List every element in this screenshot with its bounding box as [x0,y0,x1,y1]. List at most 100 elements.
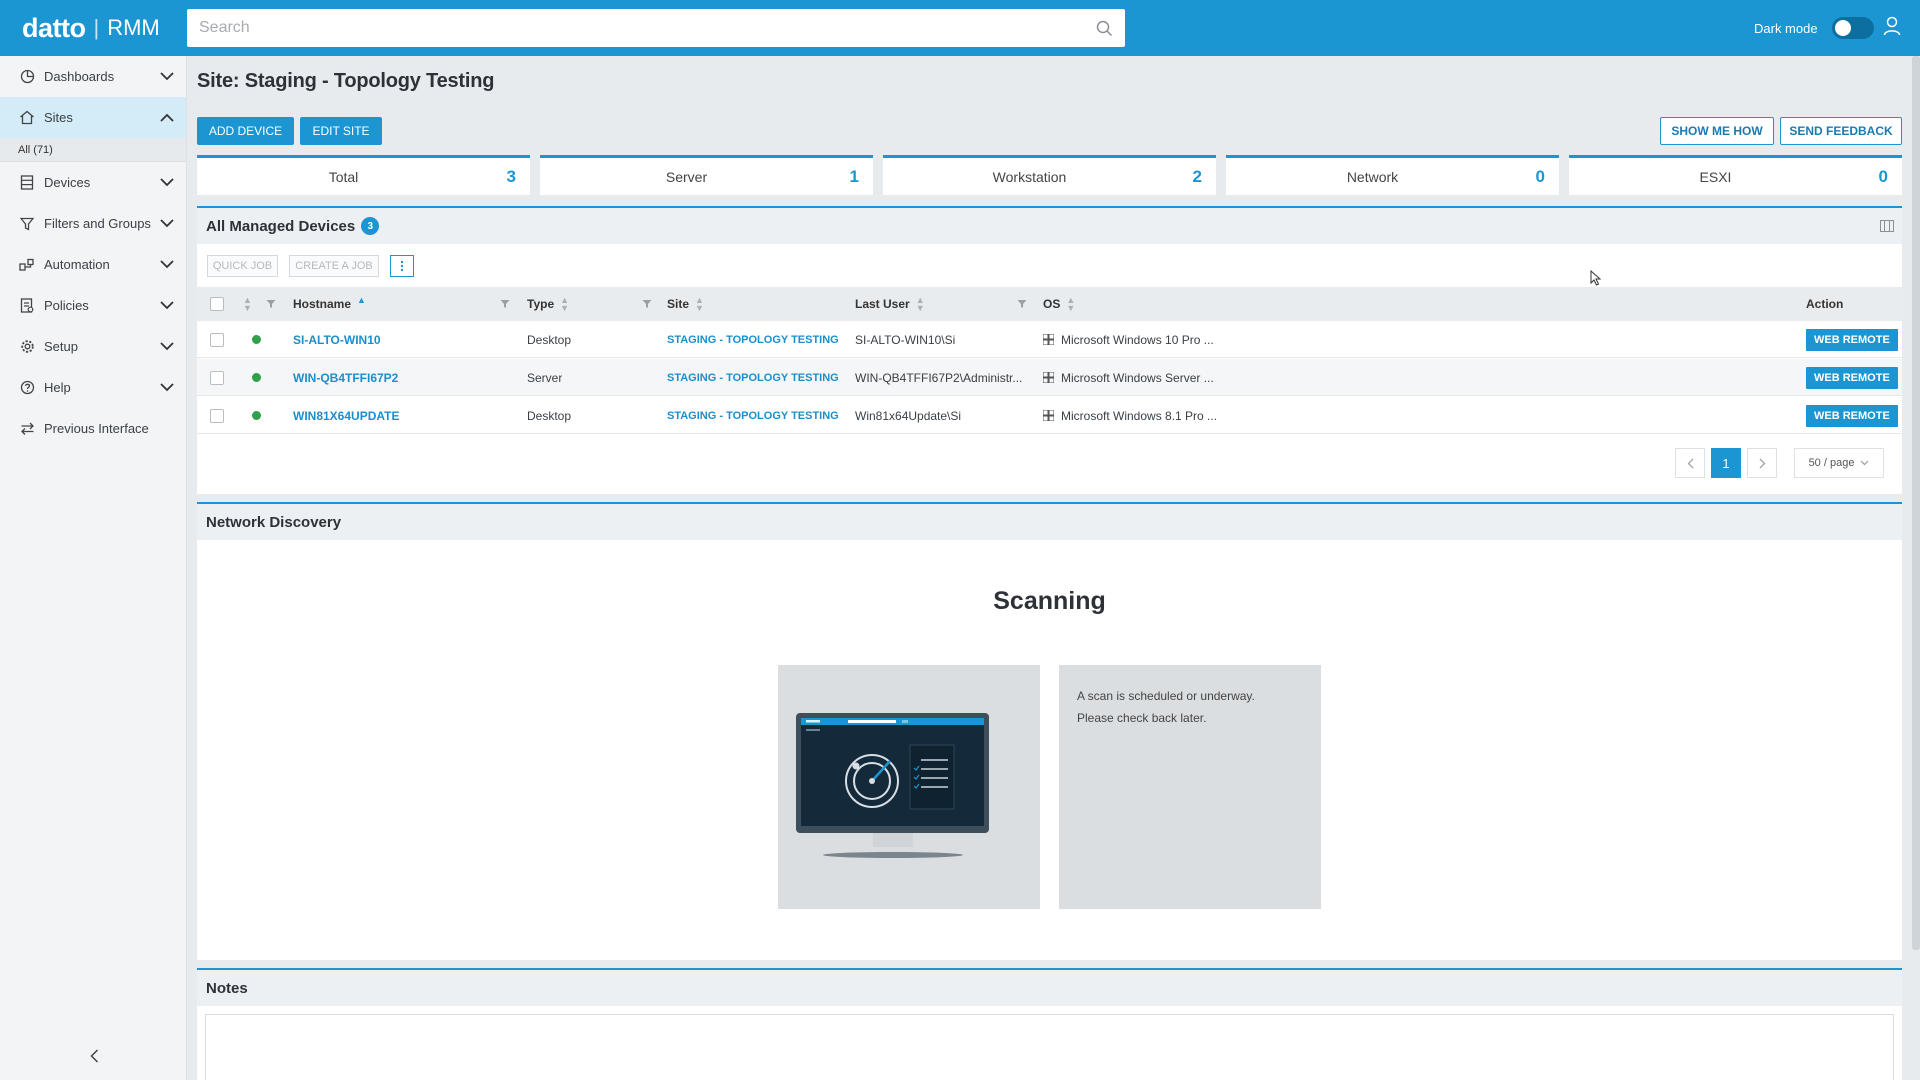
dashboard-icon [18,68,36,86]
top-bar: datto | RMM Dark mode [0,0,1920,56]
sidebar-item-automation[interactable]: Automation [0,244,186,285]
device-site-link[interactable]: STAGING - TOPOLOGY TESTING [667,359,839,396]
device-type: Desktop [527,408,572,423]
pagination-next-button[interactable] [1747,448,1777,478]
quick-job-button[interactable]: QUICK JOB [207,255,278,277]
web-remote-button[interactable]: WEB REMOTE [1806,366,1898,389]
search-icon[interactable] [1096,20,1113,37]
row-checkbox[interactable] [210,359,224,396]
column-hostname[interactable]: Hostname ▲ [293,287,366,321]
row-checkbox[interactable] [210,321,224,358]
sidebar-item-dashboards[interactable]: Dashboards [0,56,186,97]
type-filter-icon[interactable] [642,287,652,321]
notes-textarea[interactable] [205,1014,1894,1080]
sidebar-item-label: Dashboards [44,69,115,84]
sidebar-item-previous-interface[interactable]: Previous Interface [0,408,186,449]
status-sort-icon[interactable]: ▲ ▼ [243,287,252,321]
page-size-value: 50 / page [1808,457,1855,469]
device-last-user: Win81x64Update\Si [855,408,962,423]
panel-header: Notes [197,970,1902,1006]
stat-value: 1 [849,166,859,186]
windows-icon [1043,359,1054,396]
column-last-user[interactable]: Last User ▲ ▼ [855,287,925,321]
sort-icon: ▲ ▼ [1066,295,1076,313]
chevron-down-icon [160,342,174,351]
send-feedback-button[interactable]: SEND FEEDBACK [1780,117,1902,145]
last-user-filter-icon[interactable] [1017,287,1027,321]
scan-message-line: A scan is scheduled or underway. [1077,689,1255,703]
mouse-cursor-icon [1590,270,1601,286]
search-input[interactable] [199,19,1096,37]
more-actions-button[interactable] [390,255,414,277]
web-remote-button[interactable]: WEB REMOTE [1806,404,1898,427]
device-site-link[interactable]: STAGING - TOPOLOGY TESTING [667,397,839,434]
notes-panel: Notes [197,968,1902,1080]
create-job-button[interactable]: CREATE A JOB [289,255,379,277]
add-device-button[interactable]: ADD DEVICE [197,117,294,145]
sidebar-item-label: Sites [44,110,73,125]
stat-label: Server [665,168,708,185]
stat-server[interactable]: Server 1 [540,155,873,195]
sidebar-item-filters-and-groups[interactable]: Filters and Groups [0,203,186,244]
device-site-link[interactable]: STAGING - TOPOLOGY TESTING [667,321,839,358]
device-hostname-link[interactable]: WIN81X64UPDATE [293,397,399,434]
edit-site-button[interactable]: EDIT SITE [300,117,382,145]
pagination-prev-button[interactable] [1675,448,1705,478]
column-site[interactable]: Site ▲ ▼ [667,287,704,321]
device-hostname-link[interactable]: SI-ALTO-WIN10 [293,321,381,358]
row-checkbox[interactable] [210,397,224,434]
sidebar-item-label: Setup [44,339,78,354]
sidebar-item-devices[interactable]: Devices [0,162,186,203]
app-logo[interactable]: datto | RMM [0,0,188,56]
sidebar-item-label: Filters and Groups [44,216,151,231]
column-settings-icon[interactable] [1880,220,1894,232]
logo-separator: | [93,15,100,40]
sidebar-item-help[interactable]: Help [0,367,186,408]
column-type[interactable]: Type ▲ ▼ [527,287,569,321]
user-icon[interactable] [1883,16,1901,36]
page-size-select[interactable]: 50 / page [1794,448,1884,478]
dark-mode-toggle[interactable] [1831,17,1874,39]
stat-value: 0 [1535,166,1545,186]
sidebar-item-label: Automation [44,257,110,272]
product-name: RMM [107,15,160,40]
column-os[interactable]: OS ▲ ▼ [1043,287,1075,321]
sidebar-item-sites[interactable]: Sites [0,97,186,138]
table-header: ▲ ▼ Hostname ▲ Type ▲ ▼ Site ▲ ▼ Last User ▲ ▼ O… [197,287,1902,321]
windows-icon [1043,397,1054,434]
web-remote-button[interactable]: WEB REMOTE [1806,328,1898,351]
chevron-down-icon [1860,460,1869,466]
stat-total[interactable]: Total 3 [197,155,530,195]
hostname-filter-icon[interactable] [500,287,510,321]
stat-network[interactable]: Network 0 [1226,155,1559,195]
sort-icon: ▲ ▼ [695,295,704,313]
stat-label: Network [1346,168,1399,185]
sidebar-item-policies[interactable]: Policies [0,285,186,326]
device-hostname-link[interactable]: WIN-QB4TFFI67P2 [293,359,398,396]
managed-devices-panel: All Managed Devices 3 QUICK JOB CREATE A… [197,206,1902,494]
monitor-scan-icon [796,713,989,858]
show-me-how-button[interactable]: SHOW ME HOW [1660,117,1774,145]
sidebar-subitem-all-sites[interactable]: All (71) [0,138,186,162]
stat-workstation[interactable]: Workstation 2 [883,155,1216,195]
pagination-current-page[interactable]: 1 [1711,448,1741,478]
panel-title: Notes [206,979,248,997]
sidebar-collapse-button[interactable] [84,1046,104,1066]
status-filter-icon[interactable] [266,287,276,321]
dark-mode-control: Dark mode [1754,17,1874,39]
device-type: Server [527,370,563,385]
sidebar-item-setup[interactable]: Setup [0,326,186,367]
table-row[interactable]: SI-ALTO-WIN10 Desktop STAGING - TOPOLOGY… [197,321,1902,358]
table-row[interactable]: WIN-QB4TFFI67P2 Server STAGING - TOPOLOG… [197,359,1902,396]
stat-label: Workstation [992,168,1067,185]
page-scrollbar[interactable] [1912,56,1920,950]
select-all-checkbox[interactable] [210,287,224,321]
column-label: Site [667,297,690,311]
stat-esxi[interactable]: ESXI 0 [1569,155,1902,195]
chevron-down-icon [160,260,174,269]
table-row[interactable]: WIN81X64UPDATE Desktop STAGING - TOPOLOG… [197,397,1902,434]
panel-title: Network Discovery [206,513,342,531]
stat-value: 0 [1878,166,1888,186]
chevron-left-icon [1687,458,1694,469]
device-last-user: WIN-QB4TFFI67P2\Administr... [855,370,1023,385]
